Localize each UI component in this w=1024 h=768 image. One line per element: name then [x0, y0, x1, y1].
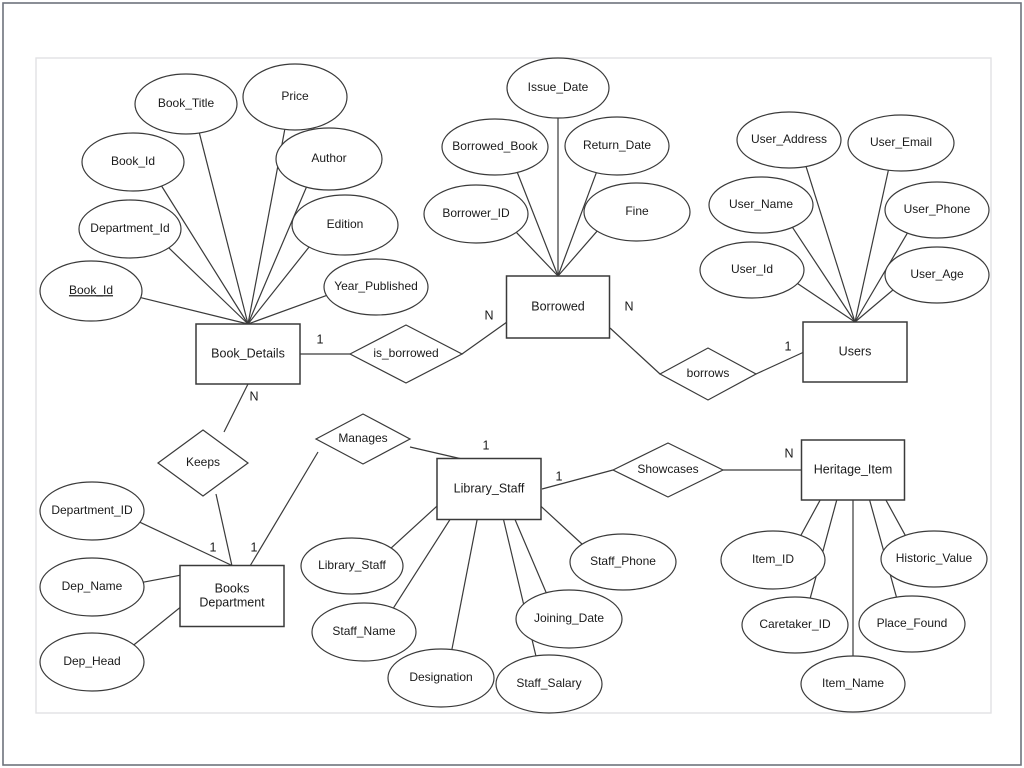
- attribute-label: Item_Name: [822, 676, 884, 690]
- attribute-label: Place_Found: [877, 616, 948, 630]
- attribute-label: Edition: [327, 217, 364, 231]
- attribute-bd_department_id[interactable]: Department_Id: [78, 199, 182, 259]
- entity-label: Library_Staff: [454, 481, 525, 495]
- cardinality-label: 1: [556, 469, 563, 483]
- cardinality-label: N: [624, 299, 633, 313]
- attribute-label: Staff_Phone: [590, 554, 656, 568]
- attribute-us_user_age[interactable]: User_Age: [884, 246, 990, 304]
- attribute-ls_designation[interactable]: Designation: [387, 648, 495, 708]
- attribute-bd_book_id_2[interactable]: Book_Id: [81, 132, 185, 192]
- er-diagram-canvas: Book_DetailsBorrowedUsersBooksDepartment…: [2, 2, 1022, 766]
- attribute-label: Staff_Salary: [516, 676, 581, 690]
- attribute-label: Fine: [625, 204, 649, 218]
- attribute-label: Caretaker_ID: [759, 617, 831, 631]
- attribute-hi_place_found[interactable]: Place_Found: [858, 595, 966, 653]
- attribute-br_return_date[interactable]: Return_Date: [564, 116, 670, 176]
- attribute-label: Book_Id: [111, 154, 155, 168]
- relationship-label: Showcases: [637, 462, 698, 476]
- attribute-ls_staff_phone[interactable]: Staff_Phone: [569, 533, 677, 591]
- cardinality-label: N: [249, 389, 258, 403]
- attribute-label: Return_Date: [583, 138, 651, 152]
- attribute-label: Staff_Name: [332, 624, 395, 638]
- attribute-label: Price: [281, 89, 309, 103]
- attribute-label: Department_ID: [51, 503, 133, 517]
- attribute-hi_caretaker_id[interactable]: Caretaker_ID: [741, 596, 849, 654]
- attribute-label: Borrower_ID: [442, 206, 510, 220]
- attribute-us_user_phone[interactable]: User_Phone: [884, 181, 990, 239]
- attribute-br_borrowed_book[interactable]: Borrowed_Book: [441, 118, 549, 176]
- attribute-label: User_Phone: [904, 202, 971, 216]
- cardinality-label: 1: [210, 540, 217, 554]
- entity-heritage_item[interactable]: Heritage_Item: [800, 439, 906, 501]
- cardinality-label: 1: [251, 540, 258, 554]
- attribute-br_issue_date[interactable]: Issue_Date: [506, 57, 610, 119]
- attribute-label: User_Name: [729, 197, 793, 211]
- attribute-br_fine[interactable]: Fine: [583, 182, 691, 242]
- attribute-label: Item_ID: [752, 552, 794, 566]
- attribute-bd_price[interactable]: Price: [242, 63, 348, 131]
- attribute-ls_staff_name[interactable]: Staff_Name: [311, 602, 417, 662]
- attribute-bd_book_title[interactable]: Book_Title: [134, 73, 238, 135]
- cardinality-label: N: [784, 446, 793, 460]
- attribute-bd_book_id_pk[interactable]: Book_Id: [39, 260, 143, 322]
- entity-label: Books: [215, 581, 250, 595]
- cardinality-label: 1: [317, 332, 324, 346]
- entity-library_staff[interactable]: Library_Staff: [436, 457, 542, 521]
- attribute-dp_department_id[interactable]: Department_ID: [39, 481, 145, 541]
- entity-label: Borrowed: [531, 299, 585, 313]
- attribute-label-primary-key: Book_Id: [69, 283, 113, 297]
- attribute-us_user_email[interactable]: User_Email: [847, 114, 955, 172]
- attribute-dp_dep_head[interactable]: Dep_Head: [39, 632, 145, 692]
- attribute-label: Department_Id: [90, 221, 169, 235]
- attribute-label: Dep_Name: [62, 579, 123, 593]
- relationship-label: is_borrowed: [373, 346, 438, 360]
- attribute-label: Borrowed_Book: [452, 139, 538, 153]
- attribute-dp_dep_name[interactable]: Dep_Name: [39, 557, 145, 617]
- cardinality-label: 1: [785, 339, 792, 353]
- attribute-bd_edition[interactable]: Edition: [291, 194, 399, 256]
- attribute-us_user_id[interactable]: User_Id: [699, 241, 805, 299]
- attribute-label: User_Email: [870, 135, 932, 149]
- entity-books_department[interactable]: BooksDepartment: [179, 564, 285, 628]
- attribute-bd_year_pub[interactable]: Year_Published: [323, 258, 429, 316]
- attribute-label: User_Age: [910, 267, 964, 281]
- attribute-br_borrower_id[interactable]: Borrower_ID: [423, 184, 529, 244]
- attribute-hi_item_name[interactable]: Item_Name: [800, 655, 906, 713]
- attribute-bd_author[interactable]: Author: [275, 127, 383, 191]
- entity-label: Book_Details: [211, 346, 285, 360]
- entity-label: Users: [839, 344, 872, 358]
- attribute-ls_joining_date[interactable]: Joining_Date: [515, 589, 623, 649]
- attribute-hi_item_id[interactable]: Item_ID: [720, 530, 826, 590]
- attribute-ls_staff_salary[interactable]: Staff_Salary: [495, 654, 603, 714]
- attribute-us_user_name[interactable]: User_Name: [708, 176, 814, 234]
- attribute-ls_library_staff[interactable]: Library_Staff: [300, 537, 404, 595]
- attribute-label: Year_Published: [334, 279, 418, 293]
- attribute-label: Joining_Date: [534, 611, 604, 625]
- relationship-label: borrows: [687, 366, 730, 380]
- attribute-label: Historic_Value: [896, 551, 973, 565]
- attribute-label: Designation: [409, 670, 472, 684]
- attribute-label: Book_Title: [158, 96, 215, 110]
- attribute-hi_historic_value[interactable]: Historic_Value: [880, 530, 988, 588]
- attribute-us_user_address[interactable]: User_Address: [736, 111, 842, 169]
- attribute-label: User_Address: [751, 132, 827, 146]
- entity-label: Department: [199, 595, 265, 609]
- cardinality-label: N: [484, 308, 493, 322]
- entity-label: Heritage_Item: [814, 462, 893, 476]
- relationship-label: Manages: [338, 431, 387, 445]
- entity-users[interactable]: Users: [802, 321, 908, 383]
- attribute-label: Library_Staff: [318, 558, 386, 572]
- entity-borrowed[interactable]: Borrowed: [505, 275, 611, 339]
- cardinality-label: 1: [483, 438, 490, 452]
- attribute-label: User_Id: [731, 262, 773, 276]
- attribute-label: Issue_Date: [528, 80, 589, 94]
- attribute-label: Dep_Head: [63, 654, 120, 668]
- relationship-label: Keeps: [186, 455, 220, 469]
- attribute-label: Author: [311, 151, 346, 165]
- entity-book_details[interactable]: Book_Details: [195, 323, 301, 385]
